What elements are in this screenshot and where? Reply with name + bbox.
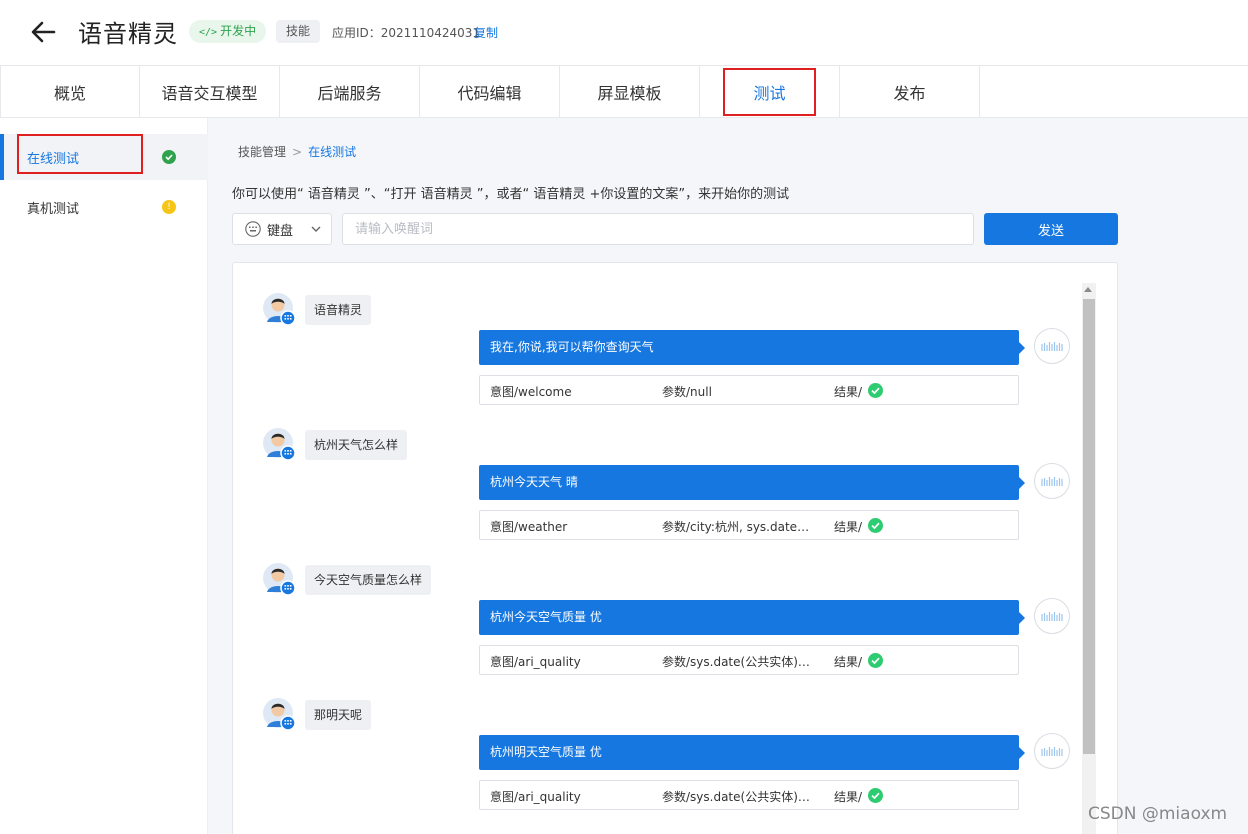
bot-avatar	[1034, 463, 1070, 499]
check-circle-icon	[868, 383, 883, 398]
bot-reply: 杭州今天空气质量 优	[479, 600, 1025, 635]
copy-link[interactable]: 复制	[474, 24, 498, 41]
intent-label: 意图/weather	[490, 520, 568, 534]
params-label: 参数/city:杭州, sys.date(公...	[662, 520, 812, 534]
check-circle-icon	[868, 653, 883, 668]
tab-code-editor[interactable]: 代码编辑	[420, 66, 560, 118]
conversation-turn: 那明天呢 杭州明天空气质量 优 意图/ari_quality 参数/sys.da…	[233, 698, 1093, 833]
intent-result-row: 意图/ari_quality 参数/sys.date(公共实体):... 结果/	[479, 780, 1019, 810]
bot-avatar	[1034, 328, 1070, 364]
soundwave-icon	[1041, 477, 1063, 486]
bot-reply: 杭州明天空气质量 优	[479, 735, 1025, 770]
user-message: 那明天呢	[305, 700, 372, 730]
tab-test[interactable]: 测试	[700, 66, 840, 118]
scroll-thumb[interactable]	[1083, 299, 1095, 754]
input-mode-select[interactable]: 键盘	[232, 213, 332, 245]
scroll-up-arrow-icon[interactable]	[1084, 287, 1092, 292]
sidebar-item-device-test[interactable]: 真机测试 !	[0, 184, 208, 230]
user-avatar-icon	[263, 698, 295, 730]
breadcrumb: 技能管理 > 在线测试	[238, 143, 356, 160]
breadcrumb-separator: >	[292, 145, 303, 159]
main-content: 技能管理 > 在线测试 你可以使用“ 语音精灵 ”、“打开 语音精灵 ”，或者“ 语…	[208, 118, 1248, 834]
bot-avatar	[1034, 598, 1070, 634]
app-id-label: 应用ID：2021110424031	[332, 26, 481, 40]
tab-overview[interactable]: 概览	[0, 66, 140, 118]
wake-word-input[interactable]	[342, 213, 974, 245]
result-label: 结果/	[834, 790, 863, 804]
user-message: 语音精灵	[305, 295, 372, 325]
input-mode-label: 键盘	[267, 223, 294, 239]
check-circle-icon	[868, 518, 883, 533]
check-icon	[162, 150, 176, 164]
conversation-turn: 杭州天气怎么样 杭州今天天气 晴 意图/weather 参数/city:杭州, …	[233, 428, 1093, 563]
intent-label: 意图/ari_quality	[490, 790, 581, 804]
user-message: 杭州天气怎么样	[305, 430, 408, 460]
soundwave-icon	[1041, 612, 1063, 621]
params-label: 参数/sys.date(公共实体):...	[662, 655, 812, 669]
intent-result-row: 意图/weather 参数/city:杭州, sys.date(公... 结果/	[479, 510, 1019, 540]
soundwave-icon	[1041, 747, 1063, 756]
type-badge: 技能	[276, 20, 321, 43]
app-header: 语音精灵 </> 开发中 技能 应用ID：2021110424031 复制	[0, 0, 1248, 65]
user-avatar-icon	[263, 293, 295, 325]
user-message: 今天空气质量怎么样	[305, 565, 432, 595]
back-arrow-icon[interactable]	[30, 20, 56, 44]
conversation-turn: 今天空气质量怎么样 杭州今天空气质量 优 意图/ari_quality 参数/s…	[233, 563, 1093, 698]
tab-screen-template[interactable]: 屏显模板	[560, 66, 700, 118]
bot-reply: 我在,你说,我可以帮你查询天气	[479, 330, 1025, 365]
bot-reply: 杭州今天天气 晴	[479, 465, 1025, 500]
tab-interaction-model[interactable]: 语音交互模型	[140, 66, 280, 118]
bot-avatar	[1034, 733, 1070, 769]
conversation-turn: 语音精灵 我在,你说,我可以帮你查询天气 意图/welcome 参数/null …	[233, 293, 1093, 428]
keyboard-icon	[245, 221, 261, 237]
scrollbar[interactable]	[1082, 283, 1096, 834]
status-badge: </> 开发中	[189, 20, 267, 43]
code-icon: </>	[199, 27, 218, 38]
user-avatar-icon	[263, 563, 295, 595]
intent-result-row: 意图/welcome 参数/null 结果/	[479, 375, 1019, 405]
sidebar-item-online-test[interactable]: 在线测试	[0, 134, 208, 180]
soundwave-icon	[1041, 342, 1063, 351]
params-label: 参数/null	[662, 385, 712, 399]
sidebar: 在线测试 真机测试 !	[0, 118, 208, 834]
sidebar-item-label: 真机测试	[27, 201, 80, 217]
sidebar-item-label: 在线测试	[27, 151, 80, 167]
tab-backend-service[interactable]: 后端服务	[280, 66, 420, 118]
input-row: 键盘 发送	[232, 213, 1118, 245]
params-label: 参数/sys.date(公共实体):...	[662, 790, 812, 804]
intro-text: 你可以使用“ 语音精灵 ”、“打开 语音精灵 ”，或者“ 语音精灵 +你设置的文…	[232, 187, 790, 202]
intent-label: 意图/ari_quality	[490, 655, 581, 669]
page-title: 语音精灵	[78, 20, 178, 48]
warning-icon: !	[162, 200, 176, 214]
chevron-down-icon	[311, 226, 321, 232]
breadcrumb-current: 在线测试	[308, 145, 357, 159]
main-tabs: 概览 语音交互模型 后端服务 代码编辑 屏显模板 测试 发布	[0, 65, 1248, 118]
breadcrumb-root[interactable]: 技能管理	[238, 145, 286, 159]
intent-result-row: 意图/ari_quality 参数/sys.date(公共实体):... 结果/	[479, 645, 1019, 675]
chat-panel: 语音精灵 我在,你说,我可以帮你查询天气 意图/welcome 参数/null …	[232, 262, 1118, 834]
status-badge-label: 开发中	[220, 24, 257, 38]
result-label: 结果/	[834, 385, 863, 399]
intent-label: 意图/welcome	[490, 385, 572, 399]
result-label: 结果/	[834, 655, 863, 669]
watermark: CSDN @miaoxm	[1088, 804, 1228, 824]
result-label: 结果/	[834, 520, 863, 534]
user-avatar-icon	[263, 428, 295, 460]
send-button[interactable]: 发送	[984, 213, 1118, 245]
check-circle-icon	[868, 788, 883, 803]
tab-publish[interactable]: 发布	[840, 66, 980, 118]
